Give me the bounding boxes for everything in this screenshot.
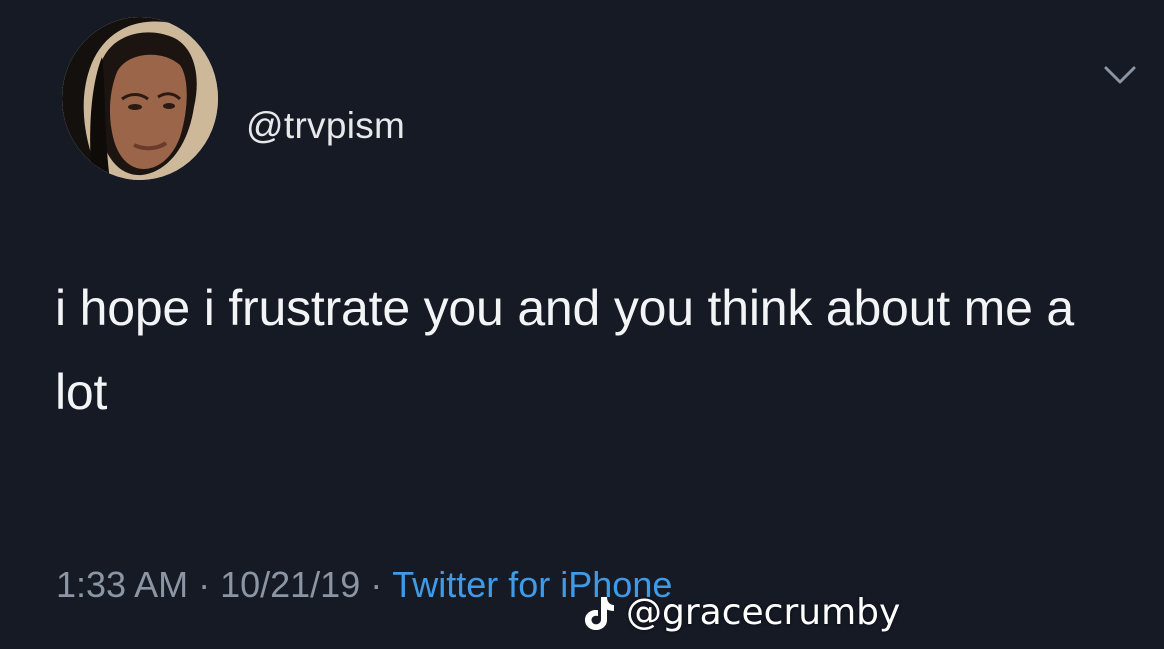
tweet-text: i hope i frustrate you and you think abo…	[55, 280, 1075, 420]
tiktok-icon	[585, 597, 614, 630]
tweet-meta: 1:33 AM · 10/21/19 · Twitter for iPhone	[56, 562, 672, 608]
user-handle[interactable]: @trvpism	[246, 104, 405, 148]
tweet-date[interactable]: 10/21/19	[220, 564, 360, 605]
tweet-time: 1:33 AM	[56, 564, 189, 605]
tiktok-watermark: @gracecrumby	[582, 588, 900, 638]
meta-separator: ·	[370, 564, 383, 605]
chevron-down-icon[interactable]	[1100, 60, 1140, 90]
avatar[interactable]	[62, 17, 218, 180]
tweet-card: @trvpism i hope i frustrate you and you …	[0, 0, 1164, 649]
avatar-image	[62, 17, 218, 180]
watermark-handle: @gracecrumby	[626, 592, 901, 633]
meta-separator: ·	[198, 564, 211, 605]
